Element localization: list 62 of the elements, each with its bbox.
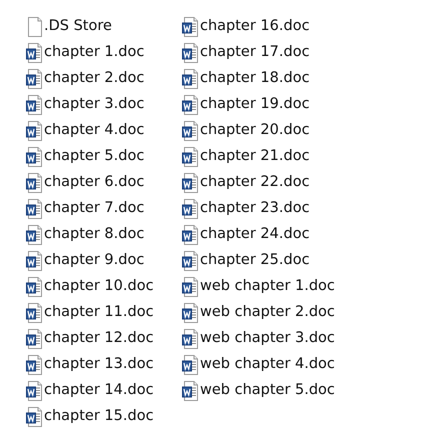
word-document-icon [182, 199, 198, 219]
file-item[interactable]: chapter 12.doc [26, 327, 154, 351]
file-item[interactable]: chapter 7.doc [26, 197, 144, 221]
file-item[interactable]: web chapter 5.doc [182, 379, 335, 403]
file-item[interactable]: web chapter 1.doc [182, 275, 335, 299]
word-document-icon [26, 329, 42, 349]
file-item[interactable]: chapter 3.doc [26, 93, 144, 117]
word-document-icon [26, 381, 42, 401]
word-document-icon [182, 95, 198, 115]
file-item[interactable]: chapter 21.doc [182, 145, 310, 169]
file-item[interactable]: web chapter 4.doc [182, 353, 335, 377]
word-document-icon [26, 69, 42, 89]
file-item[interactable]: chapter 5.doc [26, 145, 144, 169]
file-item[interactable]: chapter 6.doc [26, 171, 144, 195]
word-document-icon [26, 355, 42, 375]
word-document-icon [26, 173, 42, 193]
word-document-icon [182, 381, 198, 401]
word-document-icon [182, 147, 198, 167]
word-document-icon [26, 225, 42, 245]
word-document-icon [182, 251, 198, 271]
file-item[interactable]: chapter 11.doc [26, 301, 154, 325]
word-document-icon [182, 355, 198, 375]
file-item[interactable]: chapter 23.doc [182, 197, 310, 221]
file-item[interactable]: chapter 14.doc [26, 379, 154, 403]
word-document-icon [182, 225, 198, 245]
file-item[interactable]: chapter 13.doc [26, 353, 154, 377]
word-document-icon [26, 147, 42, 167]
file-item[interactable]: chapter 19.doc [182, 93, 310, 117]
word-document-icon [26, 95, 42, 115]
word-document-icon [182, 17, 198, 37]
file-item[interactable]: chapter 4.doc [26, 119, 144, 143]
file-item[interactable]: chapter 20.doc [182, 119, 310, 143]
file-item[interactable]: web chapter 2.doc [182, 301, 335, 325]
file-item[interactable]: chapter 22.doc [182, 171, 310, 195]
word-document-icon [26, 199, 42, 219]
word-document-icon [182, 303, 198, 323]
word-document-icon [182, 329, 198, 349]
word-document-icon [182, 173, 198, 193]
file-item[interactable]: chapter 17.doc [182, 41, 310, 65]
file-item[interactable]: chapter 2.doc [26, 67, 144, 91]
blank-file-icon [26, 17, 42, 37]
word-document-icon [26, 43, 42, 63]
word-document-icon [26, 251, 42, 271]
file-item[interactable]: chapter 25.doc [182, 249, 310, 273]
file-item[interactable]: chapter 9.doc [26, 249, 144, 273]
file-item[interactable]: chapter 16.doc [182, 15, 310, 39]
word-document-icon [182, 69, 198, 89]
file-item[interactable]: chapter 18.doc [182, 67, 310, 91]
file-item[interactable]: chapter 15.doc [26, 405, 154, 429]
file-item[interactable]: web chapter 3.doc [182, 327, 335, 351]
file-item[interactable]: chapter 10.doc [26, 275, 154, 299]
file-item[interactable]: chapter 24.doc [182, 223, 310, 247]
word-document-icon [26, 277, 42, 297]
file-item[interactable]: .DS Store [26, 15, 112, 39]
word-document-icon [26, 303, 42, 323]
file-item[interactable]: chapter 8.doc [26, 223, 144, 247]
word-document-icon [26, 121, 42, 141]
word-document-icon [182, 121, 198, 141]
word-document-icon [26, 407, 42, 427]
word-document-icon [182, 43, 198, 63]
file-item[interactable]: chapter 1.doc [26, 41, 144, 65]
word-document-icon [182, 277, 198, 297]
